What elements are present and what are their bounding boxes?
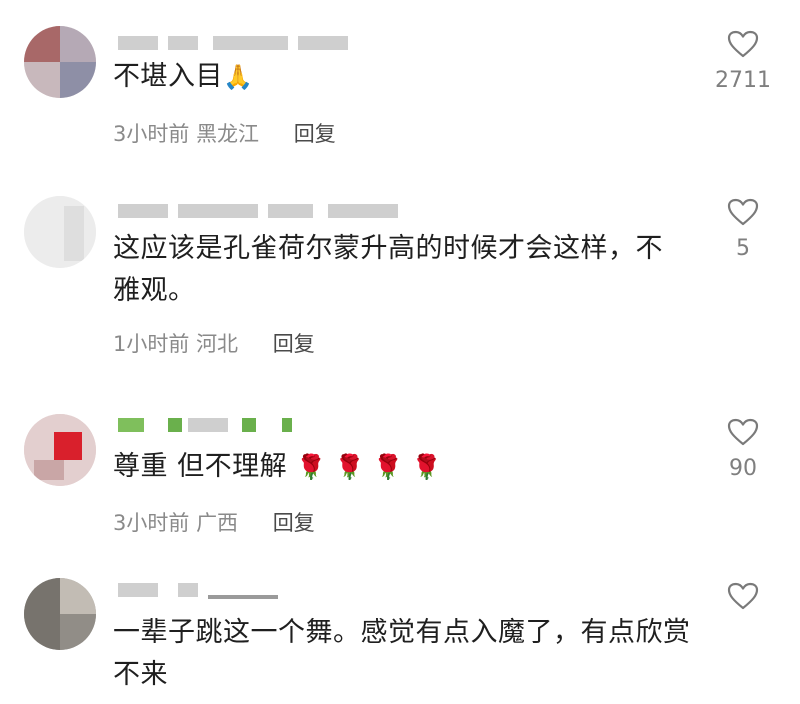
avatar[interactable] [24,26,96,98]
comment-text: 不堪入目🙏 [113,56,253,98]
like-count: 5 [736,236,750,261]
comment-text-content: 不堪入目 [113,61,223,92]
comment-time: 1小时前 [113,332,190,356]
comment-text-content: 一辈子跳这一个舞。感觉有点入魔了，有点欣赏不来 [113,617,691,690]
comment-text: 这应该是孔雀荷尔蒙升高的时候才会这样，不雅观。 [113,228,683,312]
like-button[interactable]: 5 [708,198,778,261]
comment-location: 黑龙江 [196,122,260,146]
avatar[interactable] [24,196,96,268]
reply-button[interactable]: 回复 [273,511,315,535]
avatar[interactable] [24,578,96,650]
reply-button[interactable]: 回复 [294,122,336,146]
comment-text: 一辈子跳这一个舞。感觉有点入魔了，有点欣赏不来 [113,612,693,696]
like-button[interactable]: 2711 [708,30,778,93]
comment-time: 3小时前 [113,511,190,535]
comment-time: 3小时前 [113,122,190,146]
comment-meta: 3小时前 广西 回复 [113,507,315,537]
pray-emoji: 🙏 [223,63,254,91]
like-count: 90 [729,456,757,481]
heart-outline-icon [727,30,759,58]
heart-outline-icon [727,418,759,446]
comment-text: 尊重 但不理解 🌹 🌹 🌹 🌹 [113,446,442,488]
like-count: 2711 [715,68,771,93]
reply-button[interactable]: 回复 [273,332,315,356]
comment-location: 广西 [196,511,239,535]
comment-meta: 1小时前 河北 回复 [113,328,315,358]
comment-meta: 3小时前 黑龙江 回复 [113,118,336,148]
rose-emoji: 🌹 🌹 🌹 🌹 [296,453,443,481]
comment-location: 河北 [196,332,239,356]
heart-outline-icon [727,198,759,226]
like-button[interactable] [708,582,778,610]
avatar[interactable] [24,414,96,486]
heart-outline-icon [727,582,759,610]
like-button[interactable]: 90 [708,418,778,481]
comment-text-content: 这应该是孔雀荷尔蒙升高的时候才会这样，不雅观。 [113,233,663,306]
comment-text-content: 尊重 但不理解 [113,451,288,482]
